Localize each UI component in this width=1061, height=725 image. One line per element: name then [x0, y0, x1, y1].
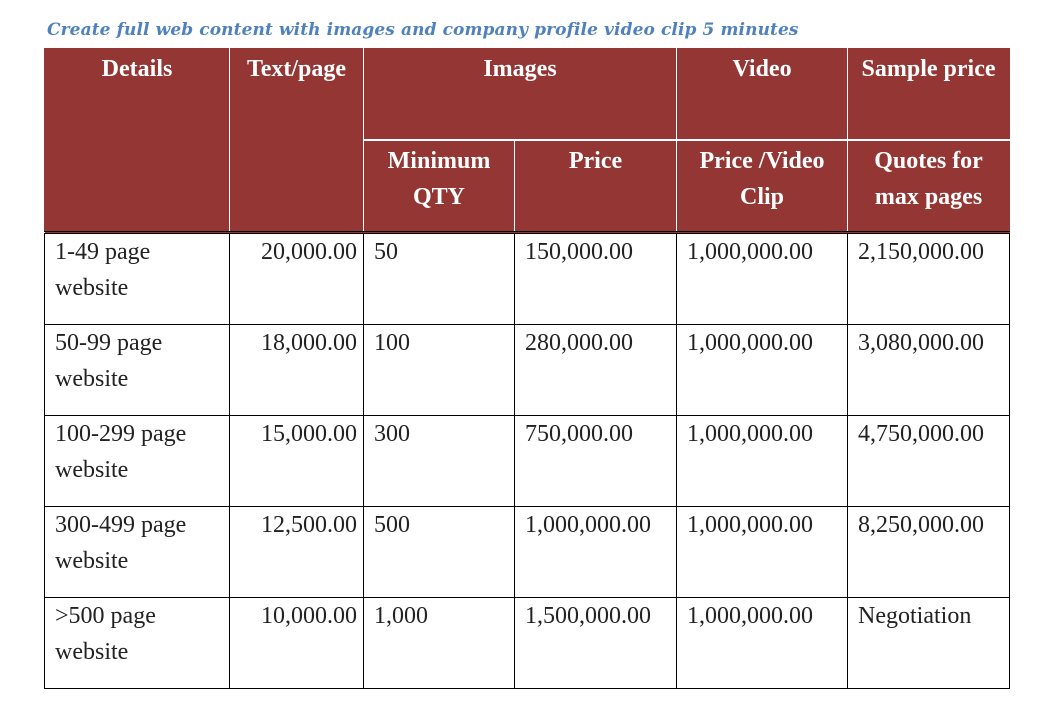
header-minimum-qty: Minimum QTY [363, 139, 515, 233]
cell-min-qty: 100 [363, 324, 515, 416]
header-images: Images [362, 48, 678, 141]
cell-sample-price: Negotiation [847, 597, 1011, 689]
header-sample-price: Sample price [847, 48, 1011, 141]
table-row: 100-299 page website 15,000.00 300 750,0… [44, 415, 1011, 507]
header-price: Price [513, 139, 678, 233]
cell-image-price: 150,000.00 [513, 231, 678, 325]
cell-video-price: 1,000,000.00 [676, 231, 849, 325]
table-header: Details Text/page Images Video Sample pr… [44, 48, 1011, 233]
pricing-table: Details Text/page Images Video Sample pr… [44, 48, 1011, 689]
cell-sample-price: 8,250,000.00 [847, 506, 1011, 598]
cell-image-price: 280,000.00 [513, 324, 678, 416]
cell-sample-price: 3,080,000.00 [847, 324, 1011, 416]
header-details: Details [44, 48, 230, 233]
cell-details: 300-499 page website [44, 506, 230, 598]
cell-details: 100-299 page website [44, 415, 230, 507]
cell-text-page: 10,000.00 [229, 597, 364, 689]
header-video: Video [676, 48, 849, 141]
table-row: 1-49 page website 20,000.00 50 150,000.0… [44, 231, 1011, 325]
cell-min-qty: 500 [363, 506, 515, 598]
header-price-video-clip: Price /Video Clip [676, 139, 849, 233]
cell-image-price: 1,000,000.00 [513, 506, 678, 598]
cell-text-page: 20,000.00 [229, 231, 364, 325]
cell-video-price: 1,000,000.00 [676, 415, 849, 507]
header-quotes-max-pages: Quotes for max pages [847, 139, 1011, 233]
cell-min-qty: 1,000 [363, 597, 515, 689]
cell-text-page: 18,000.00 [229, 324, 364, 416]
table-row: 300-499 page website 12,500.00 500 1,000… [44, 506, 1011, 598]
table-row: >500 page website 10,000.00 1,000 1,500,… [44, 597, 1011, 689]
cell-image-price: 1,500,000.00 [513, 597, 678, 689]
cell-image-price: 750,000.00 [513, 415, 678, 507]
cell-text-page: 12,500.00 [229, 506, 364, 598]
document-caption: Create full web content with images and … [47, 20, 799, 40]
cell-sample-price: 4,750,000.00 [847, 415, 1011, 507]
cell-video-price: 1,000,000.00 [676, 597, 849, 689]
cell-details: >500 page website [44, 597, 230, 689]
header-row-1: Details Text/page Images Video Sample pr… [44, 48, 1011, 233]
cell-text-page: 15,000.00 [229, 415, 364, 507]
cell-video-price: 1,000,000.00 [676, 506, 849, 598]
cell-details: 1-49 page website [44, 231, 230, 325]
cell-details: 50-99 page website [44, 324, 230, 416]
cell-min-qty: 300 [363, 415, 515, 507]
table-row: 50-99 page website 18,000.00 100 280,000… [44, 324, 1011, 416]
cell-min-qty: 50 [363, 231, 515, 325]
cell-video-price: 1,000,000.00 [676, 324, 849, 416]
table-body: 1-49 page website 20,000.00 50 150,000.0… [44, 231, 1011, 689]
header-text-page: Text/page [229, 48, 364, 233]
cell-sample-price: 2,150,000.00 [847, 231, 1011, 325]
